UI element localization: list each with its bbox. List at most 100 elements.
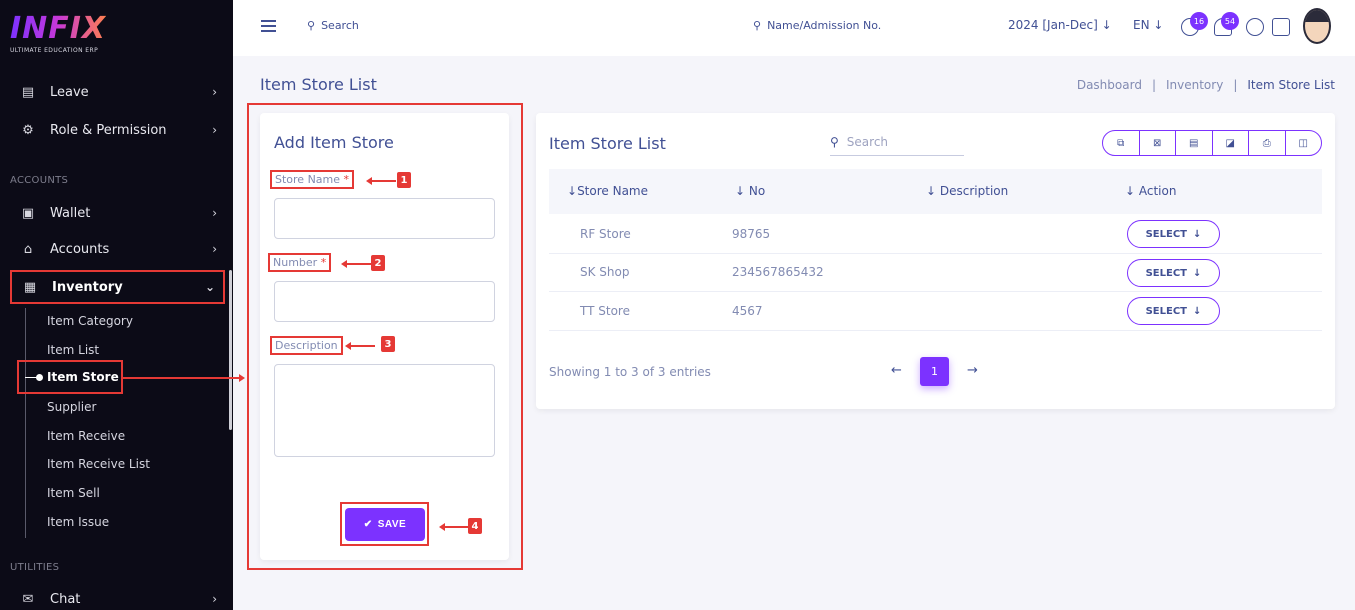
year-label: 2024 [Jan-Dec]: [1008, 18, 1098, 32]
arrow-down-icon: ↓: [1193, 267, 1202, 279]
name-admission-search[interactable]: ⚲ Name/Admission No.: [753, 19, 881, 32]
cell-store: TT Store: [580, 304, 630, 318]
submenu-item-receive[interactable]: Item Receive: [47, 429, 125, 443]
row-divider: [549, 330, 1322, 331]
sidebar-scrollbar[interactable]: [229, 270, 232, 430]
cell-no: 4567: [732, 304, 763, 318]
chart-icon[interactable]: [1272, 18, 1290, 36]
sidebar-item-wallet[interactable]: ▣ Wallet ›: [10, 196, 225, 230]
cell-store: SK Shop: [580, 265, 630, 279]
brand-logo[interactable]: INFIX ULTIMATE EDUCATION ERP: [10, 11, 107, 55]
sidebar-item-accounts[interactable]: ⌂ Accounts ›: [10, 232, 225, 266]
submenu-item-list[interactable]: Item List: [47, 343, 99, 357]
submenu-item-issue[interactable]: Item Issue: [47, 515, 109, 529]
sidebar-item-chat[interactable]: ✉ Chat ›: [10, 582, 225, 610]
list-title: Item Store List: [549, 134, 666, 153]
academic-year-select[interactable]: 2024 [Jan-Dec] ↓: [1008, 18, 1112, 32]
breadcrumb-separator: |: [1233, 78, 1238, 92]
callout-badge-1: 1: [397, 172, 411, 188]
select-label: SELECT: [1145, 267, 1187, 279]
language-select[interactable]: EN ↓: [1133, 18, 1163, 32]
submenu-item-receive-list[interactable]: Item Receive List: [47, 457, 150, 471]
sidebar-item-label: Role & Permission: [50, 122, 167, 138]
search-icon: ⚲: [830, 134, 839, 149]
columns-icon[interactable]: ◫: [1286, 131, 1322, 155]
column-label: Description: [939, 184, 1009, 198]
sidebar-item-inventory[interactable]: ▦ Inventory ⌄: [10, 270, 225, 304]
callout-arrow-1: [366, 177, 396, 185]
print-icon[interactable]: ⎙: [1249, 131, 1286, 155]
select-label: SELECT: [1145, 305, 1187, 317]
row-divider: [549, 253, 1322, 254]
arrow-down-icon: ↓: [1101, 18, 1112, 32]
bank-icon: ⌂: [23, 241, 33, 257]
select-button[interactable]: SELECT ↓: [1127, 220, 1220, 248]
list-search[interactable]: ⚲ Search: [830, 128, 964, 156]
excel-icon[interactable]: ⊠: [1140, 131, 1176, 155]
lang-label: EN: [1133, 18, 1150, 32]
user-avatar[interactable]: [1303, 8, 1331, 44]
arrow-down-icon: ↓: [1153, 18, 1164, 32]
header-search[interactable]: ⚲ Search: [307, 19, 359, 32]
sidebar-item-role-permission[interactable]: ⚙ Role & Permission ›: [10, 113, 225, 147]
chat-icon: ✉: [22, 591, 34, 607]
breadcrumb-dashboard[interactable]: Dashboard: [1077, 78, 1142, 92]
cell-store: RF Store: [580, 227, 631, 241]
description-textarea[interactable]: [274, 364, 495, 457]
submenu-item-category[interactable]: Item Category: [47, 314, 133, 328]
header-search-label: Search: [321, 19, 359, 32]
row-divider: [549, 291, 1322, 292]
number-label: Number *: [268, 253, 332, 272]
sidebar-item-label: Accounts: [50, 241, 110, 257]
wallet-icon: ▣: [21, 205, 35, 221]
store-name-label-text: Store Name: [275, 173, 341, 186]
export-button-group: ⧉ ⊠ ▤ ◪ ⎙ ◫: [1102, 130, 1322, 156]
column-label: Action: [1138, 184, 1177, 198]
store-name-label: Store Name *: [270, 170, 355, 189]
column-label: No: [748, 184, 766, 198]
breadcrumb-separator: |: [1151, 78, 1156, 92]
notifications-badge: 54: [1221, 12, 1239, 30]
submenu-item-sell[interactable]: Item Sell: [47, 486, 100, 500]
submenu-supplier[interactable]: Supplier: [47, 400, 96, 414]
callout-arrow-item-store: [123, 374, 245, 382]
copy-icon[interactable]: ⧉: [1103, 131, 1140, 155]
column-store-name[interactable]: ↓Store Name: [567, 184, 648, 198]
chevron-right-icon: ›: [212, 206, 217, 220]
store-name-input[interactable]: [274, 198, 495, 239]
save-button[interactable]: ✔ SAVE: [345, 508, 425, 541]
column-no[interactable]: ↓ No: [735, 184, 765, 198]
page-1-button[interactable]: 1: [920, 357, 949, 386]
globe-icon[interactable]: [1246, 18, 1264, 36]
sidebar-item-label: Chat: [50, 591, 81, 607]
submenu-line: [25, 308, 26, 538]
callout-arrow-4: [439, 523, 469, 531]
sidebar-item-leave[interactable]: ▤ Leave ›: [10, 75, 225, 109]
brand-tagline: ULTIMATE EDUCATION ERP: [10, 47, 99, 54]
cell-no: 234567865432: [732, 265, 824, 279]
name-search-label: Name/Admission No.: [767, 19, 882, 32]
sidebar: INFIX ULTIMATE EDUCATION ERP ▤ Leave › ⚙…: [0, 0, 233, 610]
entries-info: Showing 1 to 3 of 3 entries: [549, 365, 711, 379]
select-label: SELECT: [1145, 228, 1187, 240]
select-button[interactable]: SELECT ↓: [1127, 297, 1220, 325]
leave-icon: ▤: [21, 84, 35, 100]
pdf-icon[interactable]: ◪: [1213, 131, 1249, 155]
column-description[interactable]: ↓ Description: [926, 184, 1008, 198]
select-button[interactable]: SELECT ↓: [1127, 259, 1220, 287]
csv-icon[interactable]: ▤: [1176, 131, 1213, 155]
next-page-icon[interactable]: →: [967, 363, 978, 378]
chevron-right-icon: ›: [212, 242, 217, 256]
menu-toggle-icon[interactable]: [261, 20, 276, 35]
breadcrumb-inventory[interactable]: Inventory: [1166, 78, 1223, 92]
prev-page-icon[interactable]: ←: [891, 363, 902, 378]
list-search-placeholder: Search: [846, 134, 889, 149]
required-mark: *: [320, 256, 327, 269]
brand-name: INFIX: [10, 11, 107, 46]
column-action[interactable]: ↓ Action: [1125, 184, 1176, 198]
chevron-right-icon: ›: [212, 123, 217, 137]
page-title: Item Store List: [260, 75, 377, 94]
submenu-item-store[interactable]: Item Store: [17, 360, 123, 394]
top-header: ⚲ Search ⚲ Name/Admission No. 2024 [Jan-…: [233, 0, 1355, 56]
number-input[interactable]: [274, 281, 495, 322]
